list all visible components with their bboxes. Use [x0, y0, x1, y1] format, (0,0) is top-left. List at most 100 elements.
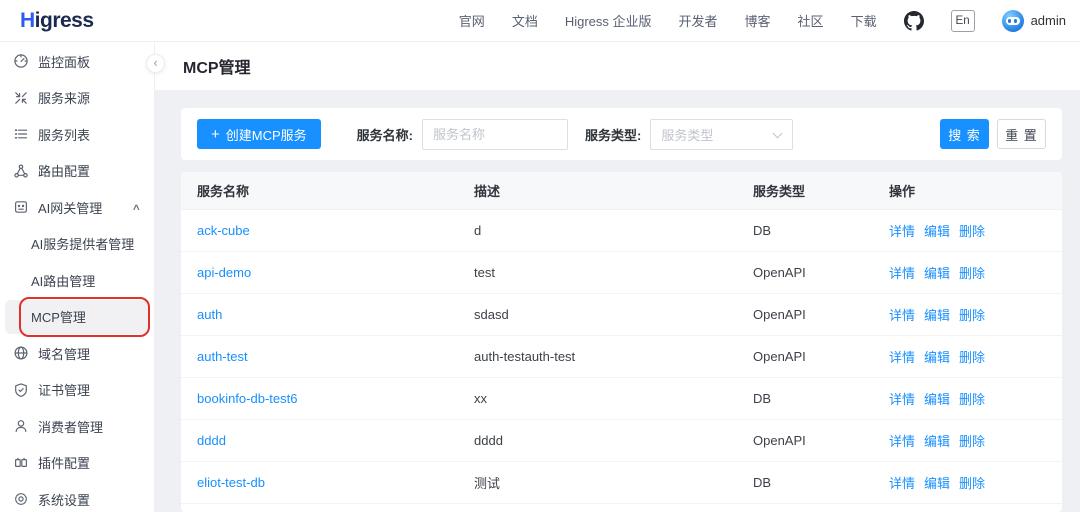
sidebar-item-mcp-mgmt[interactable]: MCP管理: [0, 299, 154, 336]
service-name-link[interactable]: dddd: [197, 433, 226, 448]
service-type: DB: [737, 475, 873, 490]
service-name-link[interactable]: ack-cube: [197, 223, 250, 238]
sidebar-item-ai-route-mgmt[interactable]: AI路由管理: [0, 262, 154, 299]
sidebar-collapse-button[interactable]: ‹: [146, 54, 165, 73]
nav-developer[interactable]: 开发者: [679, 11, 718, 30]
certificate-icon: [13, 382, 29, 398]
sidebar-item-system-settings[interactable]: 系统设置: [0, 481, 154, 512]
dashboard-icon: [13, 53, 29, 69]
service-name-link[interactable]: auth-test: [197, 349, 248, 364]
page-title: MCP管理: [183, 54, 251, 78]
service-type-label: 服务类型:: [585, 125, 641, 144]
page-title-bar: MCP管理: [155, 42, 1080, 90]
sidebar-item-ai-provider-mgmt[interactable]: AI服务提供者管理: [0, 226, 154, 263]
action-delete-link[interactable]: 删除: [959, 347, 985, 366]
search-button[interactable]: 搜 索: [940, 119, 989, 149]
service-description: xx: [458, 391, 737, 406]
service-name-input[interactable]: [422, 119, 568, 150]
table-body: ack-cubedDB详情编辑删除api-demotestOpenAPI详情编辑…: [181, 210, 1062, 504]
consumer-icon: [13, 418, 29, 434]
action-detail-link[interactable]: 详情: [889, 221, 915, 240]
nav-community[interactable]: 社区: [798, 11, 824, 30]
col-actions: 操作: [873, 181, 1062, 200]
sidebar-item-route-config[interactable]: 路由配置: [0, 153, 154, 190]
action-delete-link[interactable]: 删除: [959, 263, 985, 282]
github-icon[interactable]: [904, 11, 924, 31]
sidebar-item-plugin-config[interactable]: 插件配置: [0, 445, 154, 482]
action-edit-link[interactable]: 编辑: [924, 389, 950, 408]
sidebar-item-ai-gateway[interactable]: AI网关管理 ∧: [0, 189, 154, 226]
action-detail-link[interactable]: 详情: [889, 431, 915, 450]
nav-blog[interactable]: 博客: [745, 11, 771, 30]
service-name-link[interactable]: eliot-test-db: [197, 475, 265, 490]
action-delete-link[interactable]: 删除: [959, 389, 985, 408]
language-toggle[interactable]: En: [951, 10, 975, 32]
col-service-name: 服务名称: [181, 181, 458, 200]
action-edit-link[interactable]: 编辑: [924, 347, 950, 366]
sidebar-item-service-source[interactable]: 服务来源: [0, 80, 154, 117]
action-edit-link[interactable]: 编辑: [924, 305, 950, 324]
table-row: eliot-test-db 测试DB 详情编辑删除: [181, 462, 1062, 504]
nav-docs[interactable]: 文档: [512, 11, 538, 30]
action-detail-link[interactable]: 详情: [889, 347, 915, 366]
service-type-select[interactable]: 服务类型: [650, 119, 793, 150]
user-menu[interactable]: admin: [1002, 10, 1066, 32]
service-description: sdasd: [458, 307, 737, 322]
action-delete-link[interactable]: 删除: [959, 473, 985, 492]
action-edit-link[interactable]: 编辑: [924, 221, 950, 240]
main-content: MCP管理 + 创建MCP服务 服务名称: 服务类型: 服务类型: [155, 42, 1080, 512]
service-type: OpenAPI: [737, 307, 873, 322]
top-header: Higress 官网 文档 Higress 企业版 开发者 博客 社区 下载 E…: [0, 0, 1080, 42]
create-mcp-service-button[interactable]: + 创建MCP服务: [197, 119, 321, 149]
nav-enterprise[interactable]: Higress 企业版: [565, 11, 652, 30]
action-edit-link[interactable]: 编辑: [924, 473, 950, 492]
service-type: DB: [737, 223, 873, 238]
action-edit-link[interactable]: 编辑: [924, 431, 950, 450]
service-description: d: [458, 223, 737, 238]
route-config-icon: [13, 163, 29, 179]
service-name-link[interactable]: api-demo: [197, 265, 251, 280]
sidebar-item-consumer-mgmt[interactable]: 消费者管理: [0, 408, 154, 445]
chevron-down-icon: [773, 128, 783, 138]
table-header-row: 服务名称 描述 服务类型 操作: [181, 172, 1062, 210]
action-detail-link[interactable]: 详情: [889, 473, 915, 492]
sidebar-item-domain-mgmt[interactable]: 域名管理: [0, 335, 154, 372]
action-delete-link[interactable]: 删除: [959, 305, 985, 324]
top-nav: 官网 文档 Higress 企业版 开发者 博客 社区 下载 En admin: [459, 10, 1066, 32]
user-avatar: [1002, 10, 1024, 32]
sidebar-item-dashboard[interactable]: 监控面板: [0, 43, 154, 80]
action-detail-link[interactable]: 详情: [889, 305, 915, 324]
service-name-link[interactable]: auth: [197, 307, 222, 322]
service-name-link[interactable]: bookinfo-db-test6: [197, 391, 297, 406]
sidebar-item-service-list[interactable]: 服务列表: [0, 116, 154, 153]
logo-rest: igress: [35, 9, 94, 32]
service-type: DB: [737, 391, 873, 406]
action-edit-link[interactable]: 编辑: [924, 263, 950, 282]
service-description: 测试: [458, 473, 737, 492]
table-row: auth-testauth-testauth-testOpenAPI详情编辑删除: [181, 336, 1062, 378]
service-list-icon: [13, 126, 29, 142]
domain-icon: [13, 345, 29, 361]
table-row: api-demotestOpenAPI详情编辑删除: [181, 252, 1062, 294]
service-description: dddd: [458, 433, 737, 448]
table-row: auth sdasdOpenAPI 详情编辑删除: [181, 294, 1062, 336]
gear-icon: [13, 491, 29, 507]
nav-official-site[interactable]: 官网: [459, 11, 485, 30]
filter-toolbar: + 创建MCP服务 服务名称: 服务类型: 服务类型 搜 索 重 置: [181, 108, 1062, 160]
service-source-icon: [13, 90, 29, 106]
username: admin: [1031, 13, 1066, 28]
higress-logo[interactable]: Higress: [20, 9, 94, 33]
action-delete-link[interactable]: 删除: [959, 221, 985, 240]
sidebar: 监控面板 服务来源 服务列表 路由配置 AI网关管理 ∧ AI服务提供者管理 A…: [0, 42, 155, 512]
action-detail-link[interactable]: 详情: [889, 263, 915, 282]
table-row: ddddddddOpenAPI详情编辑删除: [181, 420, 1062, 462]
action-detail-link[interactable]: 详情: [889, 389, 915, 408]
service-description: test: [458, 265, 737, 280]
nav-download[interactable]: 下载: [851, 11, 877, 30]
action-delete-link[interactable]: 删除: [959, 431, 985, 450]
ai-gateway-icon: [13, 199, 29, 215]
plugin-icon: [13, 455, 29, 471]
sidebar-item-certificate-mgmt[interactable]: 证书管理: [0, 372, 154, 409]
service-type: OpenAPI: [737, 349, 873, 364]
reset-button[interactable]: 重 置: [997, 119, 1046, 149]
